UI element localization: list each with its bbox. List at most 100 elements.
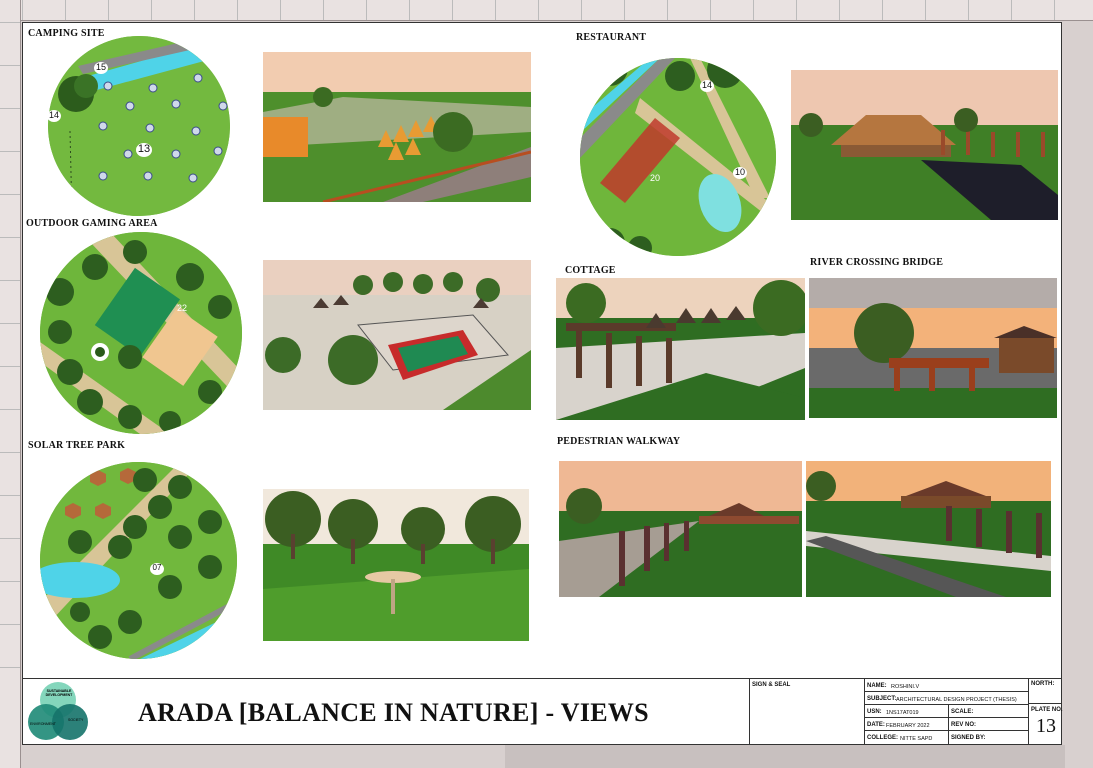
divider: [864, 730, 1028, 731]
ruler-tick: [624, 0, 625, 20]
top-ruler: [0, 0, 1093, 21]
ruler-tick: [452, 0, 453, 20]
name-label: NAME:: [867, 683, 887, 689]
scale-label: SCALE:: [951, 709, 974, 715]
label-pedestrian-walkway: PEDESTRIAN WALKWAY: [557, 436, 681, 447]
ruler-tick: [0, 194, 20, 195]
subject-value: ARCHITECTURAL DESIGN PROJECT (THESIS): [896, 697, 1017, 703]
gaming-area-render: [263, 260, 531, 410]
logo-text-right: SOCIETY: [68, 718, 84, 722]
college-value: NITTE SAPD: [900, 736, 933, 742]
ruler-tick: [0, 108, 20, 109]
sheet-shadow: [505, 745, 1065, 768]
divider: [749, 678, 750, 745]
divider: [864, 704, 1028, 705]
ruler-tick: [753, 0, 754, 20]
left-ruler: [0, 0, 21, 768]
logo-text-top: SUSTAINABLE DEVELOPMENT: [45, 689, 73, 697]
ruler-tick: [882, 0, 883, 20]
pedestrian-walkway-render-1: [559, 461, 802, 597]
ruler-tick: [237, 0, 238, 20]
name-value: ROSHINI.V: [891, 684, 920, 690]
sign-seal-label: SIGN & SEAL: [752, 682, 791, 688]
ruler-tick: [0, 538, 20, 539]
signed-by-label: SIGNED BY:: [951, 735, 986, 741]
solar-tree-park-plan: [40, 462, 237, 659]
ruler-tick: [0, 280, 20, 281]
label-cottage: COTTAGE: [565, 265, 616, 276]
ruler-tick: [22, 0, 23, 20]
ruler-tick: [710, 0, 711, 20]
rev-label: REV NO:: [951, 722, 977, 728]
drawing-title: ARADA [BALANCE IN NATURE] - VIEWS: [138, 698, 649, 727]
ruler-tick: [280, 0, 281, 20]
ruler-tick: [0, 452, 20, 453]
sustainability-logo: SUSTAINABLE DEVELOPMENT ENVIRONMENT SOCI…: [24, 680, 92, 744]
plan-number: 10: [733, 167, 747, 179]
plan-number: 14: [700, 80, 714, 92]
ruler-tick: [968, 0, 969, 20]
ruler-tick: [0, 667, 20, 668]
divider: [1028, 678, 1029, 745]
ruler-tick: [0, 624, 20, 625]
plan-number: 15: [94, 62, 108, 74]
ruler-tick: [0, 151, 20, 152]
college-label: COLLEGE:: [867, 735, 898, 741]
date-label: DATE:: [867, 722, 885, 728]
label-river-crossing-bridge: RIVER CROSSING BRIDGE: [810, 257, 944, 268]
camping-site-render: [263, 52, 531, 202]
subject-label: SUBJECT:: [867, 696, 897, 702]
ruler-tick: [1054, 0, 1055, 20]
ruler-tick: [194, 0, 195, 20]
plan-number: 13: [136, 143, 152, 157]
camping-site-plan: [48, 36, 230, 216]
ruler-tick: [409, 0, 410, 20]
gaming-area-plan: [40, 232, 242, 434]
north-label: NORTH:: [1031, 681, 1055, 687]
plan-number: 07: [150, 563, 164, 575]
ruler-tick: [0, 323, 20, 324]
ruler-tick: [1011, 0, 1012, 20]
logo-text-left: ENVIRONMENT: [30, 722, 56, 726]
ruler-tick: [366, 0, 367, 20]
divider: [864, 678, 865, 745]
date-value: FEBRUARY 2022: [886, 723, 930, 729]
usn-value: 1NS17AT019: [886, 710, 919, 716]
ruler-tick: [108, 0, 109, 20]
cottage-render: [556, 278, 805, 420]
ruler-tick: [581, 0, 582, 20]
usn-label: USN:: [867, 709, 882, 715]
plan-number: 14: [47, 110, 61, 122]
pedestrian-walkway-render-2: [806, 461, 1051, 597]
label-restaurant: RESTAURANT: [576, 32, 647, 43]
ruler-tick: [0, 409, 20, 410]
ruler-tick: [538, 0, 539, 20]
ruler-tick: [151, 0, 152, 20]
divider: [864, 717, 1028, 718]
ruler-tick: [0, 495, 20, 496]
ruler-tick: [0, 65, 20, 66]
ruler-tick: [925, 0, 926, 20]
ruler-tick: [65, 0, 66, 20]
ruler-tick: [796, 0, 797, 20]
divider: [1028, 703, 1062, 704]
ruler-tick: [0, 237, 20, 238]
plate-label: PLATE NO.: [1031, 707, 1063, 713]
plan-number: 22: [176, 303, 187, 313]
plate-number: 13: [1036, 715, 1056, 737]
label-camping-site: CAMPING SITE: [28, 28, 105, 39]
restaurant-plan: [580, 58, 776, 256]
ruler-tick: [323, 0, 324, 20]
divider: [864, 691, 1028, 692]
ruler-tick: [667, 0, 668, 20]
ruler-tick: [0, 22, 20, 23]
plan-number: 20: [649, 173, 660, 183]
ruler-tick: [839, 0, 840, 20]
divider: [948, 704, 949, 745]
ruler-tick: [0, 366, 20, 367]
solar-tree-park-render: [263, 489, 529, 641]
river-crossing-bridge-render: [809, 278, 1057, 418]
restaurant-render: [791, 70, 1058, 220]
ruler-tick: [495, 0, 496, 20]
label-solar-tree-park: SOLAR TREE PARK: [28, 440, 126, 451]
